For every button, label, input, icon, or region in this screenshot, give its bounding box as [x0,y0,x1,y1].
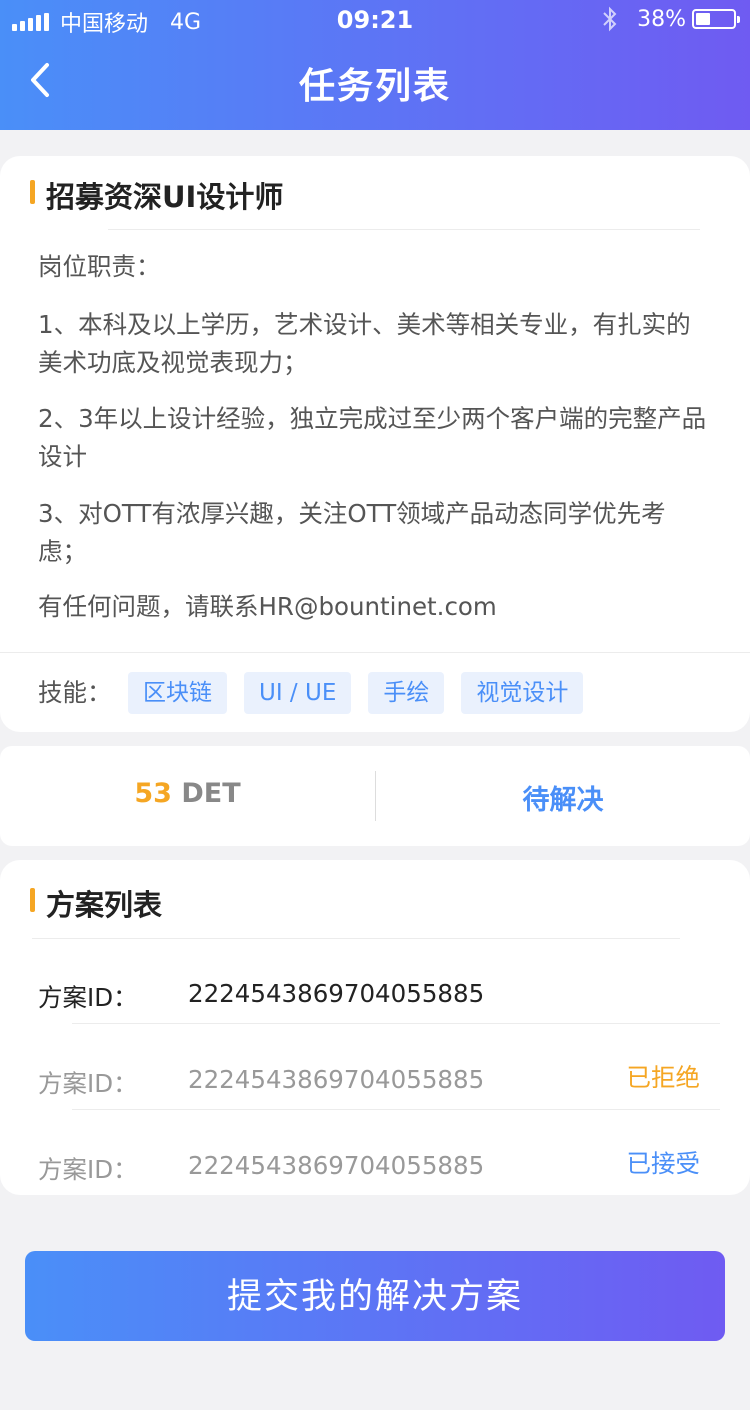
reward-value: 53 [134,778,172,809]
page-title: 任务列表 [298,66,451,107]
app-header: 中国移动 4G 09:21 38% 任务列表 [0,0,750,130]
solution-row[interactable]: 方案ID： 2224543869704055885 已拒绝 [0,1045,750,1131]
responsibilities-label: 岗位职责： [38,252,161,281]
divider [72,1023,720,1024]
solution-id-label: 方案ID： [38,1155,138,1184]
reward-amount: 53 DET [0,778,375,809]
requirement-item-1: 1、本科及以上学历，艺术设计、美术等相关专业，有扎实的美术功底及视觉表现力； [38,310,691,377]
divider [32,938,680,939]
requirement-item-2: 2、3年以上设计经验，独立完成过至少两个客户端的完整产品设计 [38,404,707,471]
solution-id: 2224543869704055885 [188,1065,485,1094]
submit-solution-button[interactable]: 提交我的解决方案 [25,1251,725,1341]
task-status: 待解决 [522,785,604,816]
solution-row[interactable]: 方案ID： 2224543869704055885 已接受 [0,1131,750,1217]
solution-id: 2224543869704055885 [188,1151,485,1180]
bluetooth-icon [603,6,617,32]
solution-status-rejected: 已拒绝 [626,1063,701,1092]
task-title: 招募资深UI设计师 [30,174,283,216]
requirement-item-3: 3、对OTT有浓厚兴趣，关注OTT领域产品动态同学优先考虑； [38,499,666,566]
divider [72,1109,720,1110]
skill-tag: 手绘 [368,672,445,714]
skill-tag: UI / UE [244,672,352,714]
skill-tags: 区块链 UI / UE 手绘 视觉设计 [128,672,600,714]
reward-unit: DET [181,778,241,809]
status-bar: 中国移动 4G 09:21 38% [0,0,750,40]
skill-tag: 视觉设计 [461,672,584,714]
solution-id-label: 方案ID： [38,983,138,1012]
battery-icon [692,9,740,29]
solution-id-label: 方案ID： [38,1069,138,1098]
solutions-title: 方案列表 [30,882,162,924]
solutions-card: 方案列表 方案ID： 2224543869704055885 方案ID： 222… [0,860,750,1195]
solution-id: 2224543869704055885 [188,979,485,1008]
divider [108,229,700,230]
solution-status-accepted: 已接受 [626,1149,701,1178]
task-detail-card: 招募资深UI设计师 岗位职责： 1、本科及以上学历，艺术设计、美术等相关专业，有… [0,156,750,732]
battery-percent: 38% [637,6,686,32]
skills-label: 技能： [38,678,112,707]
skill-tag: 区块链 [128,672,227,714]
divider [0,652,750,653]
contact-text: 有任何问题，请联系HR@bountinet.com [38,592,497,621]
reward-card: 53 DET 待解决 [0,746,750,846]
solution-row[interactable]: 方案ID： 2224543869704055885 [0,959,750,1045]
